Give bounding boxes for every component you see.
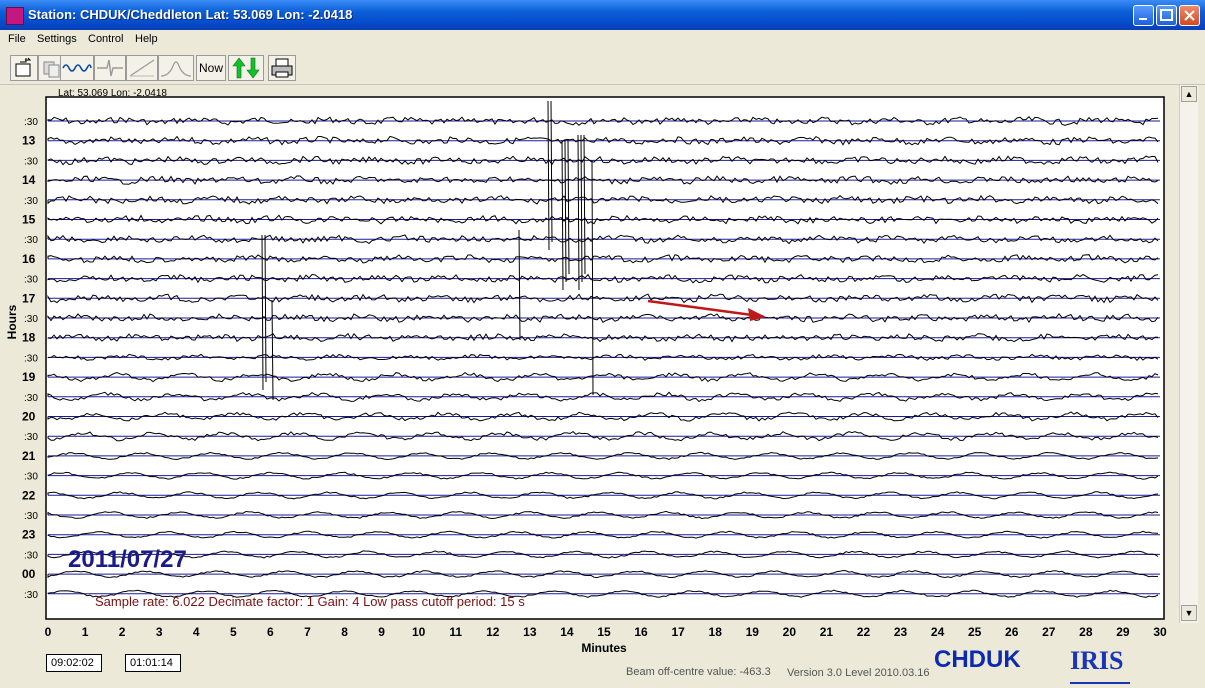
scroll-up-icon[interactable]: ▲ xyxy=(1181,86,1197,102)
x-tick-label: 2 xyxy=(119,625,126,639)
helicorder-panel xyxy=(0,85,1178,625)
chduk-logo: CHDUK xyxy=(934,646,1021,673)
x-axis-ticks: 0 1 2 3 4 5 6 7 8 9 10 11 12 13 14 15 16 17 18 19 20 21 22 23 24… xyxy=(45,625,1167,639)
x-tick-label: 22 xyxy=(857,625,871,639)
x-tick-label: 9 xyxy=(378,625,385,639)
x-tick-label: 6 xyxy=(267,625,274,639)
menu-bar: File Settings Control Help xyxy=(0,30,1205,50)
x-tick-label: 4 xyxy=(193,625,200,639)
printer-icon[interactable] xyxy=(268,55,296,81)
x-tick-label: 18 xyxy=(709,625,723,639)
toolbar: Now xyxy=(0,52,1205,85)
x-tick-label: 17 xyxy=(671,625,685,639)
x-tick-label: 5 xyxy=(230,625,237,639)
x-tick-label: 8 xyxy=(341,625,348,639)
x-tick-label: 24 xyxy=(931,625,945,639)
now-button[interactable]: Now xyxy=(196,55,226,81)
time-box-1: 09:02:02 xyxy=(46,654,102,672)
x-tick-label: 14 xyxy=(560,625,574,639)
time-box-2: 01:01:14 xyxy=(125,654,181,672)
x-tick-label: 13 xyxy=(523,625,537,639)
x-tick-label: 3 xyxy=(156,625,163,639)
scroll-down-icon[interactable]: ▼ xyxy=(1181,605,1197,621)
maximize-button[interactable] xyxy=(1156,5,1177,26)
version-text: Version 3.0 Level 2010.03.16 xyxy=(787,667,930,679)
x-tick-label: 26 xyxy=(1005,625,1019,639)
x-tick-label: 30 xyxy=(1153,625,1167,639)
x-tick-label: 20 xyxy=(783,625,797,639)
menu-file[interactable]: File xyxy=(8,33,26,45)
green-up-down-arrows-icon[interactable] xyxy=(228,55,264,81)
x-tick-label: 16 xyxy=(634,625,648,639)
menu-settings[interactable]: Settings xyxy=(37,33,77,45)
x-tick-label: 19 xyxy=(746,625,760,639)
x-tick-label: 21 xyxy=(820,625,834,639)
vertical-scrollbar[interactable]: ▲ ▼ xyxy=(1179,85,1198,623)
menu-help[interactable]: Help xyxy=(135,33,158,45)
x-tick-label: 27 xyxy=(1042,625,1056,639)
x-tick-label: 7 xyxy=(304,625,311,639)
x-tick-label: 11 xyxy=(449,625,462,639)
beam-value-text: Beam off-centre value: -463.3 xyxy=(626,666,771,678)
x-tick-label: 23 xyxy=(894,625,908,639)
open-file-icon[interactable] xyxy=(10,55,38,81)
x-tick-label: 0 xyxy=(45,625,52,639)
iris-logo: IRIS xyxy=(1070,646,1130,684)
menu-control[interactable]: Control xyxy=(88,33,123,45)
x-tick-label: 10 xyxy=(412,625,426,639)
application-window: Station: CHDUK/Cheddleton Lat: 53.069 Lo… xyxy=(0,0,1205,688)
app-icon xyxy=(6,7,24,25)
x-tick-label: 1 xyxy=(82,625,89,639)
x-tick-label: 29 xyxy=(1116,625,1130,639)
title-bar[interactable]: Station: CHDUK/Cheddleton Lat: 53.069 Lo… xyxy=(0,0,1205,30)
filter-icon[interactable] xyxy=(94,55,126,81)
x-tick-label: 25 xyxy=(968,625,982,639)
x-tick-label: 28 xyxy=(1079,625,1093,639)
x-tick-label: 15 xyxy=(597,625,611,639)
x-tick-label: 12 xyxy=(486,625,500,639)
ramp-icon[interactable] xyxy=(126,55,158,81)
window-title: Station: CHDUK/Cheddleton Lat: 53.069 Lo… xyxy=(28,7,353,22)
spectrum-icon[interactable] xyxy=(158,55,194,81)
waveform-icon[interactable] xyxy=(60,55,94,81)
minimize-button[interactable] xyxy=(1133,5,1154,26)
close-button[interactable] xyxy=(1179,5,1200,26)
